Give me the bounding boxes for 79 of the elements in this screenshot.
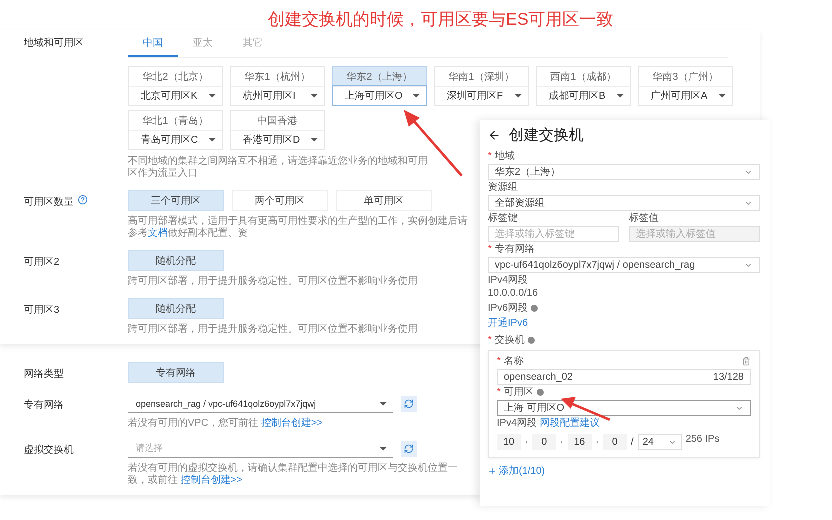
field-label: 虚拟交换机 bbox=[24, 444, 74, 457]
region-card[interactable]: 华东1（杭州） 杭州可用区I bbox=[230, 66, 325, 106]
field-label: 可用区2 bbox=[24, 256, 60, 269]
option-button[interactable]: 单可用区 bbox=[336, 190, 432, 211]
vpc-select[interactable]: opensearch_rag / vpc-uf641qolz6oypl7x7jqwj bbox=[128, 395, 393, 413]
zone-select[interactable]: 上海可用区O bbox=[333, 86, 426, 105]
cidr-advice-link[interactable]: 网段配置建议 bbox=[540, 418, 600, 429]
description-text: 跨可用区部署，用于提升服务稳定性。可用区位置不影响业务使用 bbox=[128, 276, 418, 288]
field-label: 地域 bbox=[494, 151, 515, 162]
field-label: 标签值 bbox=[629, 213, 659, 224]
field-value: 10.0.0.0/16 bbox=[488, 288, 538, 299]
field-label: 可用区3 bbox=[24, 304, 60, 317]
field-label: 资源组 bbox=[488, 182, 518, 193]
field-label: 名称 bbox=[504, 356, 524, 367]
required-mark: * bbox=[497, 356, 501, 367]
enable-ipv6-link[interactable]: 开通IPv6 bbox=[488, 316, 528, 330]
region-card[interactable]: 华南1（深圳） 深圳可用区F bbox=[434, 66, 529, 106]
separator-dot: · bbox=[525, 436, 528, 448]
zone-select[interactable]: 香港可用区D bbox=[231, 130, 324, 149]
vpc-select[interactable]: vpc-uf641qolz6oypl7x7jqwj / opensearch_rag bbox=[488, 257, 760, 273]
hint-text: 若没有可用的虚拟交换机，请确认集群配置中选择的可用区与交换机位置一致，或前往 控制台创建>> bbox=[128, 463, 459, 487]
region-card[interactable]: 华北2（北京） 北京可用区K bbox=[128, 66, 223, 106]
ip-count: 256 IPs bbox=[686, 434, 720, 445]
zone-select[interactable]: 深圳可用区F bbox=[435, 86, 528, 105]
tab[interactable]: 中国 bbox=[128, 30, 178, 57]
region-select[interactable]: 华东2（上海） bbox=[488, 164, 760, 180]
required-mark: * bbox=[488, 244, 492, 255]
region-card[interactable]: 西南1（成都） 成都可用区B bbox=[536, 66, 631, 106]
doc-link[interactable]: 文档 bbox=[148, 228, 168, 239]
region-card[interactable]: 华南3（广州） 广州可用区A bbox=[638, 66, 733, 106]
option-button[interactable]: 随机分配 bbox=[128, 298, 224, 319]
octet-field[interactable]: 10 bbox=[497, 434, 521, 450]
field-label: 可用区 bbox=[504, 387, 534, 398]
slash-text: / bbox=[631, 436, 634, 448]
required-mark: * bbox=[497, 387, 501, 398]
zone-select[interactable]: 广州可用区A bbox=[639, 86, 732, 105]
field-label: 可用区数量 bbox=[24, 196, 74, 209]
hint-text: 若没有可用的VPC，您可前往 控制台创建>> bbox=[128, 418, 324, 430]
field-label: IPv6网段 bbox=[488, 303, 528, 314]
field-label: 标签键 bbox=[488, 213, 518, 224]
octet-field[interactable]: 16 bbox=[568, 434, 592, 450]
resource-group-select[interactable]: 全部资源组 bbox=[488, 195, 760, 211]
panel-title: 创建交换机 bbox=[509, 126, 584, 145]
octet-field[interactable]: 0 bbox=[603, 434, 628, 450]
option-button[interactable]: 专有网络 bbox=[128, 362, 224, 383]
description-text: 高可用部署模式，适用于具有更高可用性要求的生产型的工作，实例创建后请参考文档做好副本配置、资 bbox=[128, 216, 469, 240]
mask-select[interactable]: 24 bbox=[638, 434, 682, 450]
add-link[interactable]: 添加(1/10) bbox=[488, 464, 546, 478]
console-link[interactable]: 控制台创建>> bbox=[261, 418, 324, 429]
char-count: 13/128 bbox=[713, 372, 744, 382]
separator-dot: · bbox=[596, 436, 600, 448]
field-label: 地域和可用区 bbox=[24, 36, 84, 50]
option-button[interactable]: 随机分配 bbox=[128, 250, 224, 271]
region-card[interactable]: 中国香港 香港可用区D bbox=[230, 110, 325, 150]
zone-select[interactable]: 北京可用区K bbox=[129, 86, 222, 105]
required-mark: * bbox=[488, 335, 492, 346]
option-button[interactable]: 三个可用区 bbox=[128, 190, 224, 211]
zone-select[interactable]: 青岛可用区C bbox=[129, 130, 222, 149]
annotation-text: 创建交换机的时候，可用区要与ES可用区一致 bbox=[268, 9, 614, 31]
option-button[interactable]: 两个可用区 bbox=[232, 190, 328, 211]
field-label: 专有网络 bbox=[494, 244, 535, 255]
region-name: 华东2（上海） bbox=[333, 67, 426, 86]
zone-select[interactable]: 上海 可用区O bbox=[497, 400, 751, 416]
region-card[interactable]: 华北1（青岛） 青岛可用区C bbox=[128, 110, 223, 150]
required-mark: * bbox=[488, 151, 492, 162]
zone-select[interactable]: 成都可用区B bbox=[537, 86, 630, 105]
section-label: 交换机 bbox=[494, 335, 525, 346]
separator-dot: · bbox=[560, 436, 564, 448]
region-note: 不同地域的集群之间网络互不相通，请选择靠近您业务的地域和可用区作为流量入口 bbox=[128, 156, 428, 180]
region-card[interactable]: 华东2（上海） 上海可用区O bbox=[332, 66, 427, 106]
field-label: 专有网络 bbox=[24, 398, 64, 412]
field-label: IPv4网段 bbox=[488, 275, 528, 286]
octet-field[interactable]: 0 bbox=[532, 434, 556, 450]
field-label: IPv4网段 bbox=[497, 418, 538, 429]
zone-select[interactable]: 杭州可用区I bbox=[231, 86, 324, 105]
console-link[interactable]: 控制台创建>> bbox=[180, 475, 242, 486]
name-field[interactable]: opensearch_02 13/128 bbox=[497, 369, 751, 385]
field-label: 网络类型 bbox=[24, 368, 64, 381]
description-text: 跨可用区部署，用于提升服务稳定性。可用区位置不影响业务使用 bbox=[128, 324, 418, 336]
